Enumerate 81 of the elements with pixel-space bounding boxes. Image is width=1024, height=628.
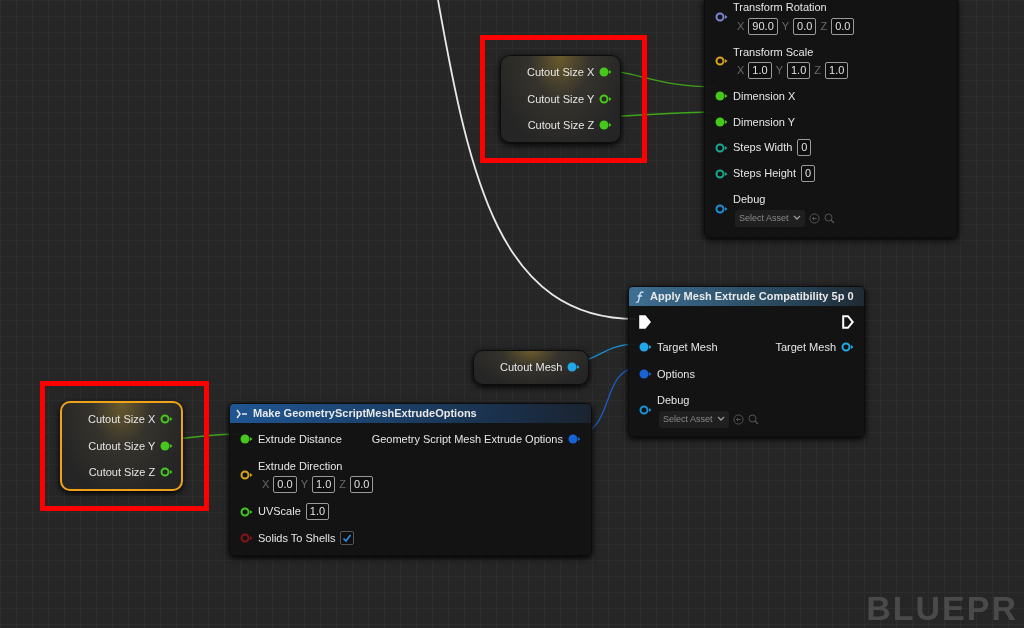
pin-label: Cutout Size Y bbox=[88, 438, 156, 454]
axis-label: Y bbox=[300, 477, 308, 493]
pin-icon[interactable] bbox=[567, 362, 581, 373]
vector-field[interactable]: 1.0 bbox=[787, 62, 811, 79]
vector-field[interactable]: 0.0 bbox=[831, 17, 855, 35]
pin-label: Debug bbox=[733, 192, 767, 207]
pin-label: Transform Rotation bbox=[733, 0, 828, 15]
pin-icon[interactable] bbox=[160, 440, 174, 451]
vector-field[interactable]: 0.0 bbox=[350, 476, 374, 493]
make-struct-node[interactable]: Make GeometryScriptMeshExtrudeOptions Extrude Distance Geometry Script Mesh Extrude Options Extrude Direction X 0.0 Y 1.0 Z 0.0 UVScale 1.0 Solids To Shells bbox=[229, 403, 592, 556]
pin-label: Dimension X bbox=[733, 89, 796, 104]
vector-field[interactable]: 0.0 bbox=[273, 476, 297, 493]
pin-icon[interactable] bbox=[599, 67, 613, 78]
pin-label: Cutout Size X bbox=[88, 412, 156, 427]
pin-label: UVScale bbox=[258, 504, 301, 520]
pin-label: Dimension Y bbox=[733, 114, 796, 130]
vector-field[interactable]: 0.0 bbox=[793, 17, 817, 35]
axis-label: Z bbox=[814, 63, 821, 79]
vector-field[interactable]: 1.0 bbox=[312, 476, 336, 493]
node-title: Make GeometryScriptMeshExtrudeOptions bbox=[253, 406, 477, 422]
exec-pin-icon[interactable] bbox=[639, 314, 651, 329]
pin-icon[interactable] bbox=[599, 120, 613, 131]
number-field[interactable]: 0 bbox=[797, 139, 812, 156]
pin-label: Target Mesh bbox=[775, 340, 836, 355]
pin-icon[interactable] bbox=[715, 168, 728, 179]
pin-label: Cutout Size Y bbox=[527, 91, 595, 107]
asset-dropdown[interactable]: Select Asset bbox=[659, 410, 729, 428]
pin-label: Cutout Size Z bbox=[527, 118, 595, 133]
pin-label: Cutout Size X bbox=[527, 65, 595, 80]
pin-icon[interactable] bbox=[240, 470, 253, 481]
axis-label: Y bbox=[775, 63, 783, 79]
pin-label: Transform Scale bbox=[733, 44, 815, 60]
pin-icon[interactable] bbox=[160, 467, 174, 478]
pin-icon[interactable] bbox=[715, 142, 728, 153]
pin-icon[interactable] bbox=[240, 506, 253, 517]
node-title: Apply Mesh Extrude Compatibility 5p 0 bbox=[650, 289, 854, 305]
number-field[interactable]: 0 bbox=[801, 165, 816, 182]
pin-label: Cutout Size Z bbox=[88, 465, 156, 480]
vector-field[interactable]: 1.0 bbox=[748, 62, 772, 79]
pin-label: Target Mesh bbox=[657, 340, 718, 355]
axis-label: Z bbox=[820, 18, 828, 34]
axis-label: Y bbox=[781, 18, 790, 34]
asset-dropdown[interactable]: Select Asset bbox=[735, 209, 805, 227]
pin-icon[interactable] bbox=[639, 405, 652, 415]
function-node[interactable]: Apply Mesh Extrude Compatibility 5p 0 Target Mesh Target Mesh Options Debug Select Asset bbox=[628, 286, 865, 437]
pin-label: Debug bbox=[657, 393, 691, 408]
variable-node[interactable]: Cutout Size X Cutout Size Y Cutout Size Z bbox=[500, 55, 622, 143]
axis-label: X bbox=[262, 477, 270, 493]
variable-node[interactable]: Cutout Mesh bbox=[473, 350, 590, 385]
pin-label: Extrude Distance bbox=[258, 432, 342, 447]
chevron-down-icon bbox=[792, 215, 801, 222]
chevron-down-icon bbox=[716, 416, 725, 423]
pin-label: Steps Width bbox=[733, 140, 793, 156]
variable-node[interactable]: Cutout Size X Cutout Size Y Cutout Size Z bbox=[60, 401, 184, 491]
pin-label: Steps Height bbox=[733, 166, 796, 182]
axis-label: Z bbox=[339, 477, 346, 493]
function-icon bbox=[635, 290, 645, 303]
struct-icon bbox=[236, 408, 248, 419]
pin-label: Options bbox=[657, 366, 695, 382]
number-field[interactable]: 1.0 bbox=[305, 503, 330, 520]
pin-icon[interactable] bbox=[841, 342, 854, 353]
pin-label: Solids To Shells bbox=[258, 531, 336, 546]
vector-field[interactable]: 1.0 bbox=[825, 62, 849, 79]
pin-icon[interactable] bbox=[599, 93, 613, 104]
pin-label: Extrude Direction bbox=[258, 458, 344, 474]
pin-icon[interactable] bbox=[160, 414, 174, 425]
pin-icon[interactable] bbox=[715, 56, 728, 67]
pin-icon[interactable] bbox=[639, 342, 652, 353]
checkbox[interactable] bbox=[340, 531, 355, 546]
pin-label: Cutout Mesh bbox=[500, 360, 563, 375]
pin-icon[interactable] bbox=[715, 91, 728, 102]
function-node[interactable]: Transform Rotation X 90.0 Y 0.0 Z 0.0 Transform Scale X 1.0 Y 1.0 Z 1.0 Dimension X Dimension Y Steps Width 0 Steps Height 0 Debug Select Asset bbox=[704, 0, 958, 238]
axis-label: X bbox=[737, 18, 745, 34]
axis-label: X bbox=[737, 63, 745, 79]
exec-pin-icon[interactable] bbox=[842, 314, 854, 329]
pin-label: Geometry Script Mesh Extrude Options bbox=[371, 432, 563, 447]
pin-icon[interactable] bbox=[715, 11, 728, 22]
pin-icon[interactable] bbox=[715, 204, 728, 214]
pin-icon[interactable] bbox=[240, 434, 253, 445]
pin-icon[interactable] bbox=[715, 116, 728, 127]
vector-field[interactable]: 90.0 bbox=[748, 17, 778, 35]
